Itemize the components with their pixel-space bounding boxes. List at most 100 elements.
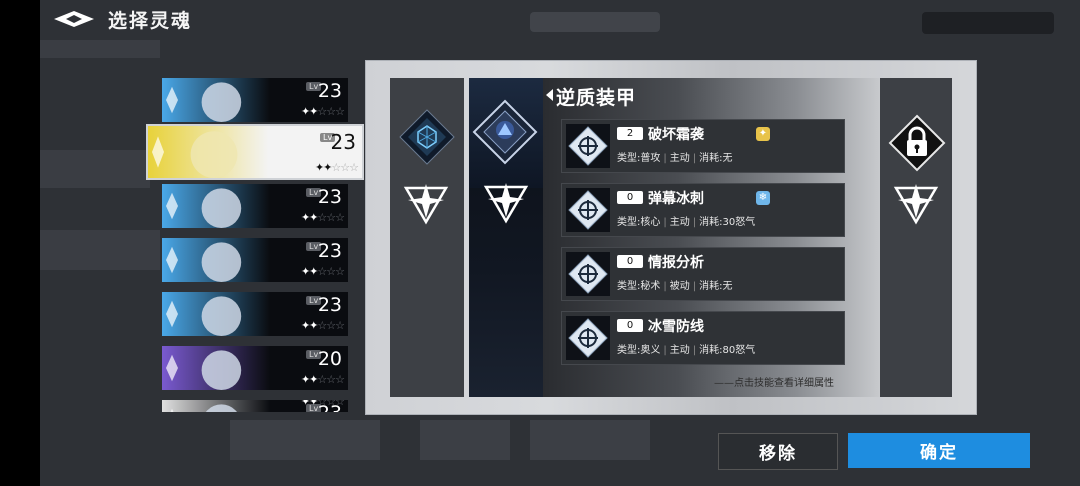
character-portrait bbox=[162, 292, 270, 336]
skill-meta: 主动 bbox=[669, 153, 690, 164]
character-card[interactable]: Lv 20 ✦✦☆☆☆ bbox=[162, 346, 348, 390]
skill-name: 弹幕冰刺 bbox=[648, 191, 704, 207]
star-filled-icon: ✦ bbox=[300, 373, 310, 386]
skill-icon bbox=[566, 252, 610, 296]
equipment-crystal-icon[interactable] bbox=[398, 108, 456, 166]
star-empty-icon: ☆ bbox=[335, 373, 345, 386]
star-filled-icon: ✦ bbox=[300, 211, 310, 224]
character-level: 20 bbox=[317, 348, 342, 370]
skill-icon bbox=[566, 124, 610, 168]
rank-emblem-icon[interactable] bbox=[482, 181, 530, 225]
skill-item[interactable]: 0 情报分析 类型:秘术 | 被动 | 消耗:无 bbox=[561, 247, 845, 301]
character-portrait bbox=[162, 78, 270, 122]
star-rating: ✦✦☆☆☆ bbox=[301, 319, 345, 332]
star-rating: ✦✦☆☆☆ bbox=[300, 105, 345, 118]
character-card[interactable]: Lv 23 ✦✦☆☆☆ bbox=[162, 292, 348, 336]
hint-text: ——点击技能查看详细属性 bbox=[714, 378, 834, 389]
star-empty-icon: ☆ bbox=[317, 211, 327, 224]
star-empty-icon: ☆ bbox=[326, 105, 336, 118]
character-card[interactable]: Lv 23 ✦✦☆☆☆ bbox=[162, 184, 348, 228]
bg-blur bbox=[420, 420, 510, 460]
lock-icon[interactable] bbox=[888, 114, 946, 172]
header: 选择灵魂 bbox=[52, 4, 192, 34]
skill-meta: 消耗:无 bbox=[699, 153, 733, 164]
star-filled-icon: ✦ bbox=[314, 161, 324, 174]
star-empty-icon: ☆ bbox=[317, 319, 327, 332]
star-empty-icon: ☆ bbox=[326, 265, 336, 278]
star-rating: ✦✦☆☆☆ bbox=[300, 211, 345, 224]
back-arrow-icon[interactable] bbox=[52, 6, 98, 32]
star-empty-icon: ☆ bbox=[335, 400, 345, 408]
character-card[interactable]: Lv 23 ✦✦☆☆☆ bbox=[162, 78, 348, 122]
star-empty-icon: ☆ bbox=[335, 265, 345, 278]
skill-count: 0 bbox=[617, 255, 643, 268]
star-filled-icon: ✦ bbox=[300, 400, 310, 408]
character-portrait bbox=[148, 126, 268, 178]
selected-equipment-icon[interactable] bbox=[472, 99, 538, 165]
left-slot-column bbox=[390, 78, 464, 397]
star-filled-icon: ✦ bbox=[300, 265, 310, 278]
character-portrait bbox=[162, 238, 270, 282]
character-level: 23 bbox=[317, 186, 342, 208]
star-empty-icon: ☆ bbox=[335, 211, 345, 224]
star-empty-icon: ☆ bbox=[326, 319, 336, 332]
ice-badge-icon: ❄ bbox=[756, 191, 770, 205]
skill-meta: 类型:奥义 bbox=[617, 345, 661, 356]
bg-blur bbox=[230, 420, 380, 460]
right-slot-column bbox=[880, 78, 952, 397]
star-empty-icon: ☆ bbox=[317, 105, 327, 118]
skill-meta-row: 类型:普攻 | 主动 | 消耗:无 bbox=[617, 153, 733, 164]
star-filled-icon: ✦ bbox=[300, 105, 310, 118]
character-level: 23 bbox=[317, 240, 342, 262]
bg-blur bbox=[530, 420, 650, 460]
star-rating: ✦✦☆☆☆ bbox=[314, 161, 359, 174]
gold-badge-icon: ✦ bbox=[756, 127, 770, 141]
skill-item[interactable]: 0 弹幕冰刺 类型:核心 | 主动 | 消耗:30怒气 ❄ bbox=[561, 183, 845, 237]
skill-name: 破坏霜袭 bbox=[648, 127, 704, 143]
equipment-name: 逆质装甲 bbox=[556, 87, 637, 109]
left-black-bar bbox=[0, 0, 40, 486]
skill-icon bbox=[566, 316, 610, 360]
rank-emblem-icon[interactable] bbox=[892, 182, 940, 226]
character-portrait bbox=[162, 346, 270, 390]
skill-meta: 消耗:无 bbox=[699, 281, 733, 292]
bg-blur bbox=[40, 40, 160, 58]
character-level: 23 bbox=[317, 294, 342, 316]
star-rating: ✦✦☆☆☆ bbox=[300, 373, 345, 386]
skill-name: 情报分析 bbox=[648, 255, 704, 271]
skill-count: 2 bbox=[617, 127, 643, 140]
star-empty-icon: ☆ bbox=[317, 373, 327, 386]
remove-button-label: 移除 bbox=[759, 444, 797, 464]
character-card[interactable]: Lv 23 ✦✦☆☆☆ bbox=[162, 400, 348, 412]
pointer-arrow-icon bbox=[546, 89, 553, 101]
star-empty-icon: ☆ bbox=[331, 161, 341, 174]
equipment-panel: 逆质装甲 2 破坏霜袭 类型:普攻 | 主动 | 消耗:无 ✦ 0 弹幕冰刺 类型:核心 |… bbox=[365, 60, 977, 415]
bg-blur bbox=[530, 12, 660, 32]
star-empty-icon: ☆ bbox=[349, 161, 359, 174]
confirm-button[interactable]: 确定 bbox=[848, 433, 1030, 468]
character-card[interactable]: Lv 23 ✦✦☆☆☆ bbox=[162, 238, 348, 282]
skill-item[interactable]: 0 冰雪防线 类型:奥义 | 主动 | 消耗:80怒气 bbox=[561, 311, 845, 365]
skill-name: 冰雪防线 bbox=[648, 319, 704, 335]
character-level: 23 bbox=[330, 130, 356, 154]
remove-button[interactable]: 移除 bbox=[718, 433, 838, 470]
rank-emblem-icon[interactable] bbox=[402, 182, 450, 226]
skill-icon bbox=[566, 188, 610, 232]
skill-meta: 被动 bbox=[669, 281, 690, 292]
character-level: 23 bbox=[317, 80, 342, 102]
star-empty-icon: ☆ bbox=[335, 319, 345, 332]
confirm-button-label: 确定 bbox=[920, 443, 958, 463]
skill-item[interactable]: 2 破坏霜袭 类型:普攻 | 主动 | 消耗:无 ✦ bbox=[561, 119, 845, 173]
skill-meta-row: 类型:秘术 | 被动 | 消耗:无 bbox=[617, 281, 733, 292]
skill-meta: 类型:普攻 bbox=[617, 153, 661, 164]
bg-blur bbox=[922, 12, 1054, 34]
skill-meta-row: 类型:核心 | 主动 | 消耗:30怒气 bbox=[617, 217, 756, 228]
skill-meta: 主动 bbox=[669, 345, 690, 356]
skill-count: 0 bbox=[617, 191, 643, 204]
star-empty-icon: ☆ bbox=[326, 211, 336, 224]
skill-meta-row: 类型:奥义 | 主动 | 消耗:80怒气 bbox=[617, 345, 756, 356]
character-card-selected[interactable]: Lv 23 ✦✦☆☆☆ bbox=[146, 124, 364, 180]
skill-meta: 类型:秘术 bbox=[617, 281, 661, 292]
page-title: 选择灵魂 bbox=[108, 9, 193, 32]
star-rating: ✦✦☆☆☆ bbox=[300, 400, 345, 408]
